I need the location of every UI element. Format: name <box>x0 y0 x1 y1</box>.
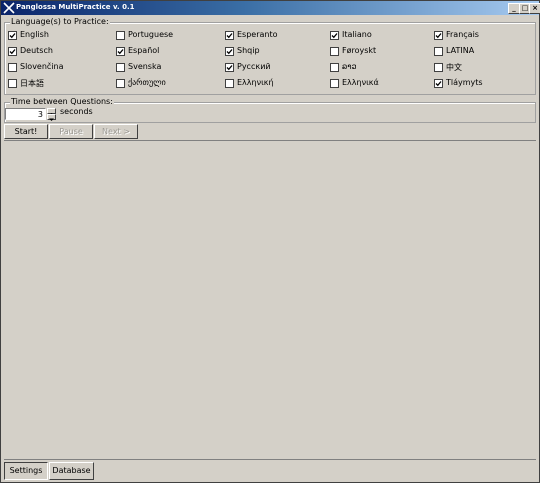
start-button[interactable]: Start! <box>4 124 48 139</box>
language-label: Ελληνικά <box>342 78 379 87</box>
interval-spin-input[interactable]: 3 <box>5 108 46 120</box>
language-label: Español <box>128 46 160 55</box>
language-label: Slovenčina <box>20 62 64 71</box>
checkmark-icon <box>435 33 442 39</box>
tab-settings[interactable]: Settings <box>4 462 48 480</box>
language-label: 中文 <box>446 63 462 72</box>
pause-button[interactable]: Pause <box>49 124 93 139</box>
language-checkbox[interactable] <box>330 79 339 88</box>
language-checkbox[interactable] <box>434 47 443 56</box>
language-label: Italiano <box>342 30 372 39</box>
checkmark-icon <box>226 49 233 55</box>
timer-group-legend: Time between Questions: <box>10 97 114 106</box>
language-label: LATINA <box>446 46 475 55</box>
language-checkbox[interactable] <box>8 63 17 72</box>
language-label: Tláymyts <box>446 78 483 87</box>
interval-unit-label: seconds <box>60 107 93 116</box>
language-label: Føroyskt <box>342 46 377 55</box>
spin-down-button[interactable] <box>47 114 56 121</box>
practice-area <box>4 140 536 459</box>
language-checkbox[interactable] <box>225 79 234 88</box>
language-label: ქართული <box>128 78 166 87</box>
language-checkbox[interactable] <box>434 63 443 72</box>
checkmark-icon <box>226 65 233 71</box>
checkmark-icon <box>117 49 124 55</box>
bottom-separator <box>4 459 536 460</box>
language-label: Esperanto <box>237 30 278 39</box>
language-label: Shqip <box>237 46 260 55</box>
language-label: Svenska <box>128 62 162 71</box>
language-label: Deutsch <box>20 46 53 55</box>
language-checkbox[interactable] <box>116 79 125 88</box>
languages-group-legend: Language(s) to Practice: <box>10 17 110 26</box>
next-button[interactable]: Next > <box>94 124 138 139</box>
window-title: Panglossa MultiPractice v. 0.1 <box>16 3 135 11</box>
checkmark-icon <box>9 49 16 55</box>
language-label: 日本語 <box>20 79 44 88</box>
minimize-icon: _ <box>512 4 516 12</box>
language-label: Русский <box>237 62 271 71</box>
language-checkbox[interactable] <box>434 79 443 88</box>
language-label: English <box>20 30 49 39</box>
language-checkbox[interactable] <box>330 31 339 40</box>
language-checkbox[interactable] <box>116 47 125 56</box>
language-checkbox[interactable] <box>8 79 17 88</box>
title-bar[interactable]: Panglossa MultiPractice v. 0.1 _ □ × <box>1 1 540 15</box>
language-checkbox[interactable] <box>330 47 339 56</box>
maximize-icon: □ <box>521 4 529 12</box>
close-icon: × <box>532 4 538 12</box>
tab-database[interactable]: Database <box>49 462 94 480</box>
language-checkbox[interactable] <box>225 47 234 56</box>
checkmark-icon <box>226 33 233 39</box>
spin-down-arrow-icon <box>49 118 54 121</box>
language-checkbox[interactable] <box>225 63 234 72</box>
language-checkbox[interactable] <box>434 31 443 40</box>
checkmark-icon <box>9 33 16 39</box>
language-label: Français <box>446 30 479 39</box>
language-checkbox[interactable] <box>225 31 234 40</box>
checkmark-icon <box>435 81 442 87</box>
language-checkbox[interactable] <box>8 47 17 56</box>
checkmark-icon <box>331 33 338 39</box>
app-logo-icon <box>3 2 15 14</box>
close-button[interactable]: × <box>529 3 540 14</box>
language-label: Ελληνική <box>237 78 274 87</box>
language-checkbox[interactable] <box>330 63 339 72</box>
app-window: Panglossa MultiPractice v. 0.1 _ □ × Lan… <box>0 0 540 483</box>
language-checkbox[interactable] <box>8 31 17 40</box>
language-checkbox[interactable] <box>116 31 125 40</box>
language-label: ລາວ <box>342 62 357 71</box>
languages-group: Language(s) to Practice: English Portugue… <box>4 17 536 95</box>
language-label: Portuguese <box>128 30 174 39</box>
language-checkbox[interactable] <box>116 63 125 72</box>
